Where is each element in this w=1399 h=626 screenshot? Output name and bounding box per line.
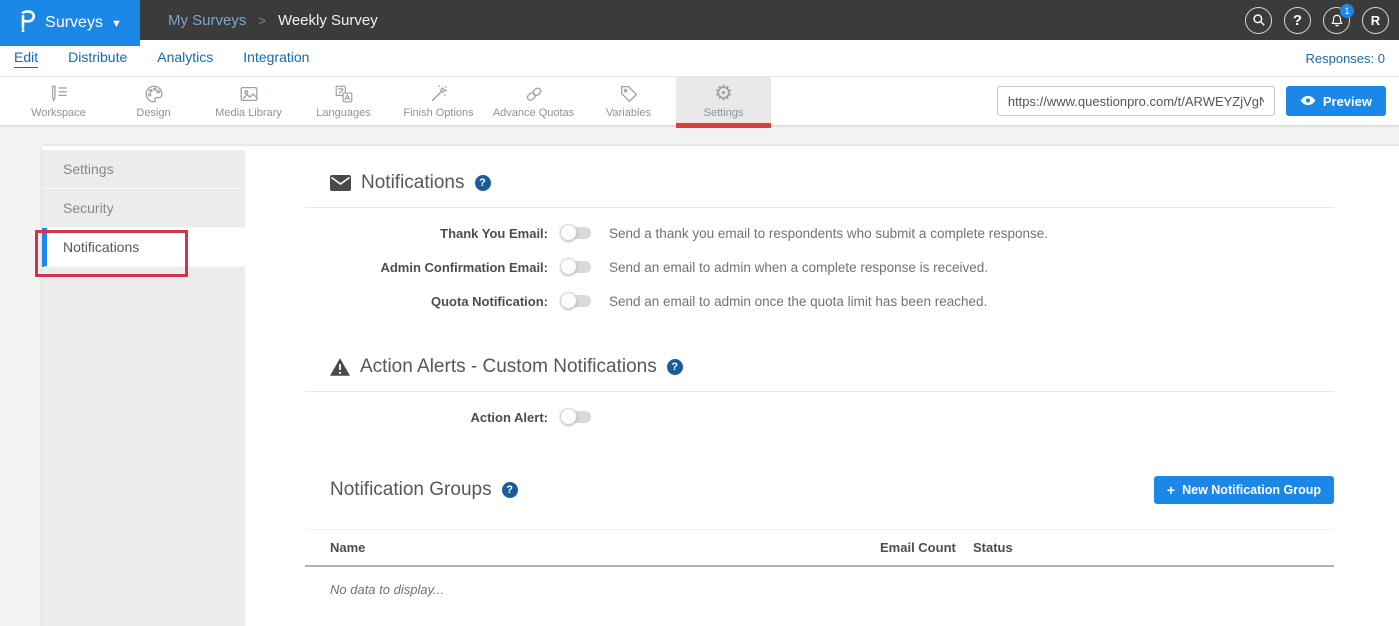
survey-nav: Edit Distribute Analytics Integration Re…	[0, 40, 1399, 76]
envelope-icon	[330, 175, 351, 191]
action-alerts-section-header: Action Alerts - Custom Notifications ?	[305, 356, 1334, 378]
notifications-section-header: Notifications ?	[305, 172, 1334, 194]
breadcrumb-current: Weekly Survey	[278, 12, 378, 29]
product-menu-label: Surveys	[45, 14, 103, 32]
action-alert-toggle[interactable]	[561, 411, 591, 423]
plus-icon: +	[1167, 482, 1175, 498]
section-title: Action Alerts - Custom Notifications	[360, 356, 657, 378]
page-area: Settings Security Notifications Notifica…	[0, 126, 1399, 626]
edit-toolbar: Workspace Design Media Library Languages…	[0, 76, 1399, 126]
sidebar-item-notifications[interactable]: Notifications	[42, 228, 245, 267]
notification-groups-header: Notification Groups ? + New Notification…	[305, 476, 1334, 504]
table-header-row: Name Email Count Status	[305, 529, 1334, 567]
toggle-row: Thank You Email: Send a thank you email …	[305, 224, 1334, 242]
nav-tab-edit[interactable]: Edit	[14, 49, 38, 68]
eye-icon	[1300, 94, 1316, 109]
toggle-row: Admin Confirmation Email: Send an email …	[305, 258, 1334, 276]
nav-tab-analytics[interactable]: Analytics	[157, 49, 213, 67]
column-header-name: Name	[330, 540, 880, 555]
toggle-label: Admin Confirmation Email:	[330, 260, 548, 275]
notifications-button[interactable]: 1	[1323, 7, 1350, 34]
toggle-knob	[560, 224, 577, 241]
notification-groups-table: Name Email Count Status No data to displ…	[305, 529, 1334, 597]
action-alert-toggles: Action Alert:	[305, 408, 1334, 426]
variables-icon	[618, 83, 640, 105]
warning-triangle-icon	[330, 358, 350, 376]
help-icon[interactable]: ?	[667, 359, 683, 375]
thank-you-email-toggle[interactable]	[561, 227, 591, 239]
toolbar-tab-design[interactable]: Design	[106, 76, 201, 126]
questionpro-logo-icon	[18, 10, 37, 37]
toolbar-tab-finish-options[interactable]: Finish Options	[391, 76, 486, 126]
toggle-row: Quota Notification: Send an email to adm…	[305, 292, 1334, 310]
toggle-description: Send an email to admin once the quota li…	[609, 294, 987, 309]
notifications-panel: Notifications ? Thank You Email: Send a …	[245, 146, 1399, 626]
toolbar-tab-advance-quotas[interactable]: Advance Quotas	[486, 76, 581, 126]
settings-sidebar: Settings Security Notifications	[42, 146, 245, 626]
toggle-description: Send an email to admin when a complete r…	[609, 260, 988, 275]
toolbar-right: Preview	[997, 86, 1399, 116]
settings-card: Settings Security Notifications Notifica…	[42, 146, 1399, 626]
search-button[interactable]	[1245, 7, 1272, 34]
survey-url-input[interactable]	[997, 86, 1275, 116]
toolbar-tab-media-library[interactable]: Media Library	[201, 76, 296, 126]
help-button[interactable]: ?	[1284, 7, 1311, 34]
toggle-knob	[560, 408, 577, 425]
avatar-initial: R	[1371, 13, 1380, 28]
chevron-down-icon: ▼	[111, 18, 122, 30]
breadcrumb-separator-icon: >	[258, 13, 266, 28]
toggle-label: Quota Notification:	[330, 294, 548, 309]
new-notification-group-button[interactable]: + New Notification Group	[1154, 476, 1334, 504]
toggle-row: Action Alert:	[305, 408, 1334, 426]
column-header-email-count: Email Count	[880, 540, 973, 555]
help-icon[interactable]: ?	[502, 482, 518, 498]
responses-count[interactable]: Responses: 0	[1306, 51, 1386, 66]
toggle-label: Thank You Email:	[330, 226, 548, 241]
product-menu[interactable]: Surveys ▼	[0, 0, 140, 46]
account-avatar[interactable]: R	[1362, 7, 1389, 34]
quota-notification-toggle[interactable]	[561, 295, 591, 307]
notification-count-badge: 1	[1340, 4, 1354, 18]
languages-icon	[333, 83, 355, 105]
toolbar-tab-languages[interactable]: Languages	[296, 76, 391, 126]
media-library-icon	[238, 83, 260, 105]
sidebar-item-security[interactable]: Security	[42, 189, 245, 228]
annotation-red-underline	[676, 123, 771, 128]
toolbar-tab-workspace[interactable]: Workspace	[11, 76, 106, 126]
toggle-label: Action Alert:	[330, 410, 548, 425]
breadcrumb: My Surveys > Weekly Survey	[168, 12, 378, 29]
toggle-knob	[560, 258, 577, 275]
preview-button[interactable]: Preview	[1286, 86, 1386, 116]
sidebar-item-settings[interactable]: Settings	[42, 150, 245, 189]
section-divider	[305, 391, 1334, 392]
toolbar-tab-settings[interactable]: ⚙ Settings	[676, 76, 771, 126]
workspace-icon	[48, 83, 70, 105]
help-icon[interactable]: ?	[475, 175, 491, 191]
toggle-description: Send a thank you email to respondents wh…	[609, 226, 1048, 241]
search-icon	[1252, 13, 1266, 27]
design-icon	[143, 83, 165, 105]
groups-title-wrap: Notification Groups ?	[330, 479, 518, 501]
toolbar-tab-variables[interactable]: Variables	[581, 76, 676, 126]
section-divider	[305, 207, 1334, 208]
help-icon: ?	[1293, 12, 1302, 29]
empty-table-message: No data to display...	[330, 582, 1334, 597]
admin-confirmation-email-toggle[interactable]	[561, 261, 591, 273]
toggle-knob	[560, 292, 577, 309]
notification-toggles: Thank You Email: Send a thank you email …	[305, 224, 1334, 310]
finish-options-icon	[428, 83, 450, 105]
section-title: Notifications	[361, 172, 465, 194]
nav-tab-distribute[interactable]: Distribute	[68, 49, 127, 67]
section-title: Notification Groups	[330, 479, 492, 501]
header-actions: ? 1 R	[1245, 0, 1389, 40]
breadcrumb-parent[interactable]: My Surveys	[168, 12, 246, 29]
settings-icon: ⚙	[714, 83, 733, 105]
app-header: Surveys ▼ My Surveys > Weekly Survey ? 1…	[0, 0, 1399, 40]
column-header-status: Status	[973, 540, 1334, 555]
nav-tab-integration[interactable]: Integration	[243, 49, 309, 67]
advance-quotas-icon	[523, 83, 545, 105]
